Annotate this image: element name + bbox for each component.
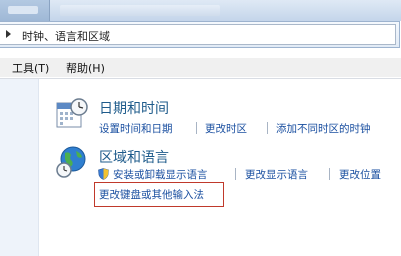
title-bar-strip: [60, 5, 220, 16]
link-set-time-date[interactable]: 设置时间和日期: [99, 121, 173, 136]
breadcrumb-path[interactable]: 时钟、语言和区域: [22, 28, 110, 44]
menu-help[interactable]: 帮助(H): [66, 60, 105, 76]
link-change-timezone[interactable]: 更改时区: [205, 121, 247, 136]
link-install-display-language[interactable]: 安装或卸载显示语言: [113, 167, 208, 182]
breadcrumb-arrow-icon[interactable]: [6, 30, 11, 38]
link-change-keyboard-input[interactable]: 更改键盘或其他输入法: [99, 187, 204, 202]
menu-bar: 工具(T) 帮助(H): [0, 58, 401, 77]
title-bar-tab[interactable]: [0, 0, 50, 21]
link-separator: [196, 122, 197, 134]
globe-clock-icon[interactable]: [55, 145, 89, 179]
menu-tools[interactable]: 工具(T): [12, 60, 49, 76]
link-separator: [267, 122, 268, 134]
window-title-bar: [0, 0, 401, 21]
link-change-display-language[interactable]: 更改显示语言: [245, 167, 308, 182]
section-title-date-time[interactable]: 日期和时间: [99, 98, 169, 118]
link-change-location[interactable]: 更改位置: [339, 167, 381, 182]
right-edge: [395, 79, 401, 256]
menu-divider: [0, 78, 401, 79]
calendar-clock-icon[interactable]: [55, 97, 89, 131]
link-add-clocks[interactable]: 添加不同时区的时钟: [276, 121, 371, 136]
link-separator: [235, 168, 236, 180]
uac-shield-icon: [98, 168, 109, 180]
address-field[interactable]: 时钟、语言和区域: [0, 24, 396, 45]
section-title-region-language[interactable]: 区域和语言: [99, 147, 169, 167]
left-navigation-pane: [0, 79, 39, 256]
link-separator: [329, 168, 330, 180]
address-bar: 时钟、语言和区域: [0, 21, 400, 48]
